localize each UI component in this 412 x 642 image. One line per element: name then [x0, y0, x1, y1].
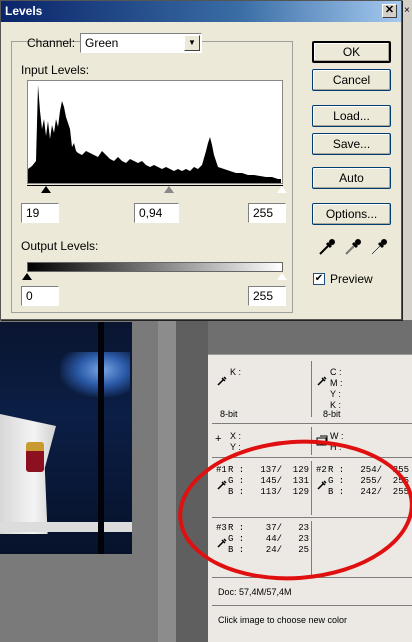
close-button[interactable]: ✕: [382, 4, 397, 18]
ok-button[interactable]: OK: [312, 41, 391, 63]
channel-select-value: Green: [85, 36, 119, 50]
eyedropper-icon: [317, 376, 327, 386]
output-black-slider[interactable]: [22, 273, 32, 280]
eyedropper-icon: [217, 376, 227, 386]
photo-charm-object: [26, 442, 44, 472]
preview-checkbox[interactable]: ✔: [313, 273, 325, 285]
dialog-title: Levels: [5, 4, 43, 18]
input-slider-track: [27, 185, 283, 186]
input-black-slider[interactable]: [41, 186, 51, 193]
output-white-field[interactable]: 255: [248, 286, 286, 306]
info-c-label: C :: [330, 367, 342, 377]
close-icon[interactable]: ×: [404, 5, 410, 16]
divider: [212, 605, 412, 606]
divider: [212, 423, 412, 424]
crosshair-icon: +: [215, 433, 222, 445]
output-gradient: [27, 262, 283, 272]
input-gamma-field[interactable]: 0,94: [134, 203, 179, 223]
gray-eyedropper-icon[interactable]: [343, 237, 363, 257]
histogram: [27, 80, 283, 184]
channel-select[interactable]: Green ▼: [80, 33, 202, 53]
info-x-label: X :: [230, 431, 242, 441]
canvas-border: [158, 320, 176, 642]
auto-button[interactable]: Auto: [312, 167, 391, 189]
info-y-label: Y :: [330, 389, 341, 399]
photo-display-stand: [0, 414, 56, 534]
save-button[interactable]: Save...: [312, 133, 391, 155]
photo-dark-pillar: [98, 322, 104, 554]
black-eyedropper-icon[interactable]: [317, 237, 337, 257]
chevron-down-icon[interactable]: ▼: [184, 35, 200, 51]
input-white-field[interactable]: 255: [248, 203, 286, 223]
info-k-label: K :: [230, 367, 242, 377]
input-gamma-slider[interactable]: [164, 186, 174, 193]
photo-light-glow: [60, 352, 130, 397]
info-bitdepth-right: 8-bit: [323, 409, 341, 419]
load-button[interactable]: Load...: [312, 105, 391, 127]
input-white-slider[interactable]: [277, 186, 287, 193]
preview-label: Preview: [330, 272, 373, 286]
output-black-field[interactable]: 0: [21, 286, 59, 306]
output-levels-label: Output Levels:: [21, 239, 99, 253]
doc-size: Doc: 57,4M/57,4M: [218, 587, 292, 597]
white-eyedropper-icon[interactable]: [369, 237, 389, 257]
document-photo[interactable]: [0, 322, 132, 554]
background-panel-edge: ×: [402, 0, 412, 320]
output-white-slider[interactable]: [277, 273, 287, 280]
info-w-label: W :: [330, 431, 344, 441]
cancel-button[interactable]: Cancel: [312, 69, 391, 91]
histogram-graph: [28, 85, 281, 183]
channel-label: Channel:: [27, 36, 76, 50]
info-bitdepth-left: 8-bit: [220, 409, 238, 419]
options-button[interactable]: Options...: [312, 203, 391, 225]
levels-dialog: Levels ✕ Channel: Green ▼ Input Levels: …: [0, 0, 402, 320]
status-hint: Click image to choose new color: [218, 615, 348, 625]
info-m-label: M :: [330, 378, 343, 388]
photo-shelf: [0, 522, 132, 532]
dialog-titlebar[interactable]: Levels ✕: [1, 1, 401, 22]
input-black-field[interactable]: 19: [21, 203, 59, 223]
input-levels-label: Input Levels:: [21, 63, 90, 77]
divider: [311, 361, 312, 417]
